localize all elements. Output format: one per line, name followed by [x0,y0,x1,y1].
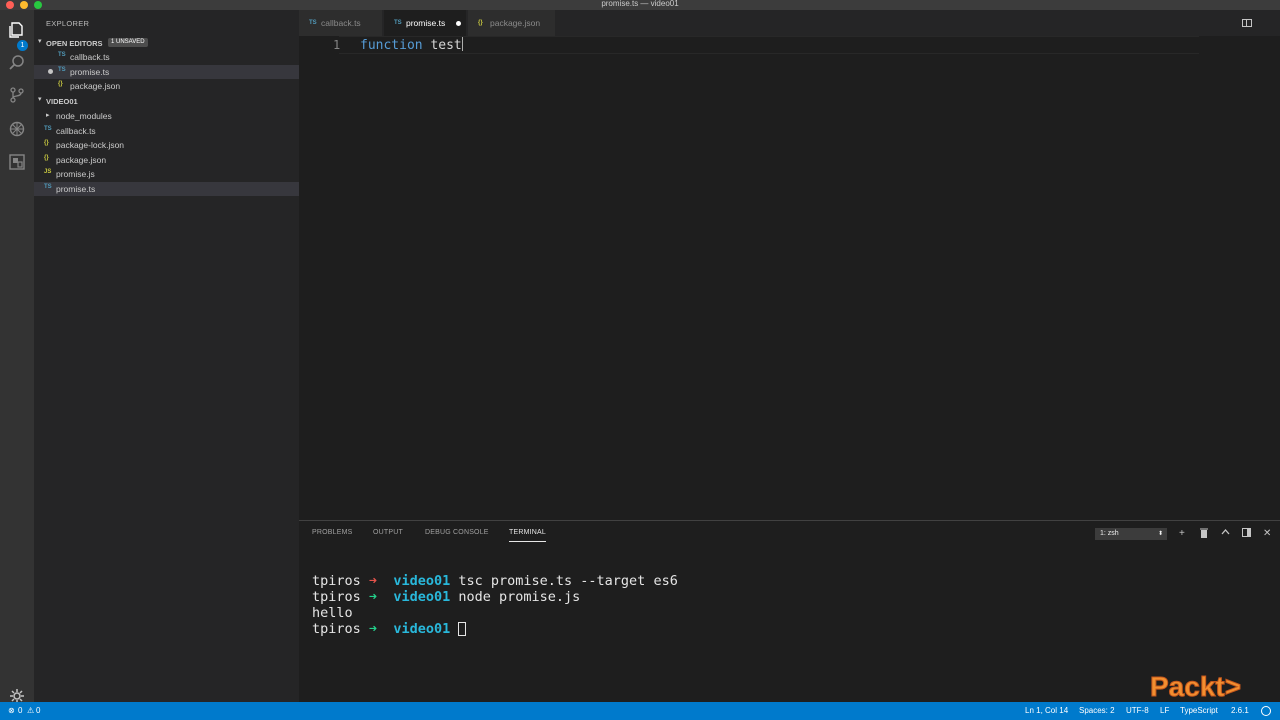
file-label: package.json [56,155,107,165]
open-editor-label: promise.ts [70,67,110,77]
open-editor-label: callback.ts [70,52,110,62]
tab-label: package.json [490,18,541,28]
unsaved-badge: 1 UNSAVED [108,38,148,47]
extensions-icon[interactable] [8,153,26,171]
chevron-right-icon: ▸ [46,112,50,119]
chevron-up-icon[interactable] [1221,528,1230,540]
terminal-line: tpiros ➜ video01 tsc promise.ts --target… [312,573,678,589]
window-title: promise.ts — video01 [601,0,679,8]
tab-label: promise.ts [406,18,446,28]
trash-icon[interactable] [1200,528,1208,542]
warnings-count[interactable]: 0 [36,706,40,715]
tab-debug-console[interactable]: DEBUG CONSOLE [425,529,489,536]
open-editors-label: OPEN EDITORS [46,39,103,48]
javascript-file-icon: JS [44,169,52,175]
bottom-panel: PROBLEMS OUTPUT DEBUG CONSOLE TERMINAL 1… [299,520,1280,702]
status-bar: ⊗ 0 ⚠ 0 Ln 1, Col 14 Spaces: 2 UTF-8 LF … [0,702,1280,720]
terminal-line: tpiros ➜ video01 node promise.js [312,589,581,605]
json-file-icon: {} [478,20,483,26]
open-editor-label: package.json [70,81,121,91]
project-folder-section[interactable]: ▾ VIDEO01 [34,94,299,108]
file-item[interactable]: TS promise.ts [34,182,299,196]
folder-label: node_modules [56,111,112,121]
file-item[interactable]: {} package.json [34,153,299,167]
open-editors-section[interactable]: ▾ OPEN EDITORS 1 UNSAVED [34,36,299,50]
typescript-file-icon: TS [44,126,52,132]
split-editor-icon[interactable] [1242,19,1252,27]
split-terminal-icon[interactable] [1242,528,1251,541]
open-editor-item[interactable]: TS promise.ts [34,65,299,79]
feedback-smiley-icon[interactable] [1261,706,1271,716]
open-editor-item[interactable]: TS callback.ts [34,50,299,64]
open-editor-item[interactable]: {} package.json [34,79,299,93]
folder-item-node-modules[interactable]: ▸ node_modules [34,109,299,123]
file-label: promise.js [56,169,95,179]
language-mode[interactable]: TypeScript [1180,706,1218,715]
errors-icon[interactable]: ⊗ [8,706,15,715]
tab-terminal[interactable]: TERMINAL [509,529,546,542]
typescript-file-icon: TS [309,20,317,26]
current-line-highlight [339,36,1199,54]
terminal-select[interactable]: 1: zsh ⬍ [1095,528,1167,540]
code-line[interactable]: function test [360,37,463,53]
file-item[interactable]: TS callback.ts [34,124,299,138]
typescript-file-icon: TS [58,67,66,73]
typescript-version[interactable]: 2.6.1 [1231,706,1249,715]
code-editor[interactable]: 1 function test [299,36,1280,520]
tab-package-json[interactable]: {} package.json [468,10,556,36]
line-number: 1 [333,38,341,52]
explorer-badge: 1 [17,40,28,51]
indentation[interactable]: Spaces: 2 [1079,706,1115,715]
file-label: callback.ts [56,126,96,136]
source-control-icon[interactable] [8,86,26,104]
project-folder-label: VIDEO01 [46,97,78,106]
vscode-window: promise.ts — video01 1 EXPLORER ▾ OPEN E… [0,0,1280,720]
json-file-icon: {} [58,81,63,87]
json-file-icon: {} [44,155,49,161]
tab-output[interactable]: OUTPUT [373,529,403,536]
keyword-token: function [360,38,423,53]
explorer-sidebar: EXPLORER ▾ OPEN EDITORS 1 UNSAVED TS cal… [34,10,299,702]
terminal-output[interactable]: tpiros ➜ video01 tsc promise.ts --target… [312,557,678,669]
packt-logo: Packt> [1150,671,1250,704]
terminal-select-value: 1: zsh [1100,530,1119,537]
sidebar-title: EXPLORER [46,19,90,28]
tab-promise-ts[interactable]: TS promise.ts [384,10,467,36]
editor-tab-bar: TS callback.ts TS promise.ts {} package.… [299,10,1280,36]
warning-icon[interactable]: ⚠ [27,706,34,715]
close-panel-icon[interactable]: ✕ [1263,528,1271,540]
identifier-token: test [430,38,462,53]
terminal-line: tpiros ➜ video01 [312,621,678,637]
encoding[interactable]: UTF-8 [1126,706,1149,715]
terminal-line: hello [312,605,353,621]
title-bar: promise.ts — video01 [0,0,1280,10]
add-terminal-icon[interactable]: + [1179,528,1185,540]
errors-count[interactable]: 0 [18,706,22,715]
json-file-icon: {} [44,140,49,146]
activity-bar: 1 [0,10,34,703]
file-item[interactable]: JS promise.js [34,167,299,181]
tab-label: callback.ts [321,18,361,28]
typescript-file-icon: TS [394,20,402,26]
debug-icon[interactable] [8,120,26,138]
tab-problems[interactable]: PROBLEMS [312,529,353,536]
svg-text:Packt>: Packt> [1150,672,1241,702]
tab-callback-ts[interactable]: TS callback.ts [299,10,383,36]
cursor-position[interactable]: Ln 1, Col 14 [1025,706,1068,715]
explorer-icon[interactable] [8,21,26,39]
file-label: promise.ts [56,184,96,194]
search-icon[interactable] [8,54,26,72]
file-item[interactable]: {} package-lock.json [34,138,299,152]
typescript-file-icon: TS [58,52,66,58]
chevron-down-icon: ▾ [38,96,42,103]
chevron-down-icon: ▾ [38,38,42,45]
unsaved-dot-icon[interactable] [456,21,461,26]
terminal-cursor [458,622,467,636]
end-of-line[interactable]: LF [1160,706,1169,715]
unsaved-dot-icon[interactable] [48,69,53,74]
file-label: package-lock.json [56,140,125,150]
select-arrows-icon: ⬍ [1157,531,1163,537]
typescript-file-icon: TS [44,184,52,190]
text-cursor [461,37,463,51]
